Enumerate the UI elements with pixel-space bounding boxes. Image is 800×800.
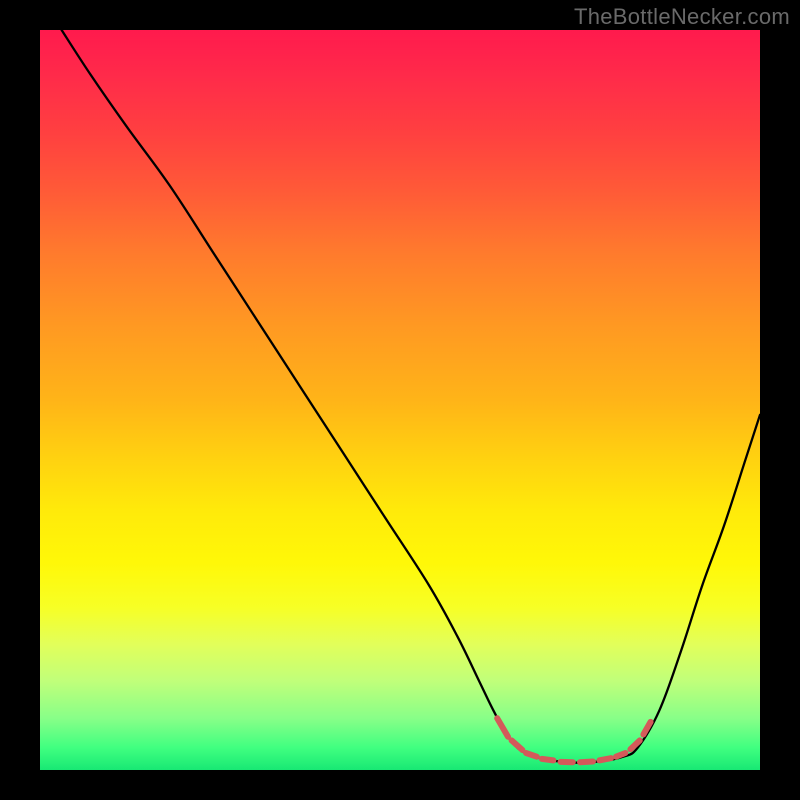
highlight-segment (643, 722, 650, 735)
chart-svg (40, 30, 760, 770)
highlight-segment (512, 740, 523, 750)
chart-plot-area (40, 30, 760, 770)
highlight-segment (542, 759, 554, 760)
highlight-segment (580, 761, 593, 762)
highlight-segment (497, 718, 508, 737)
highlight-segment (526, 753, 537, 757)
bottleneck-curve (62, 30, 760, 763)
highlight-segment (599, 758, 611, 760)
watermark-text: TheBottleNecker.com (574, 4, 790, 30)
highlight-segment (616, 753, 625, 757)
